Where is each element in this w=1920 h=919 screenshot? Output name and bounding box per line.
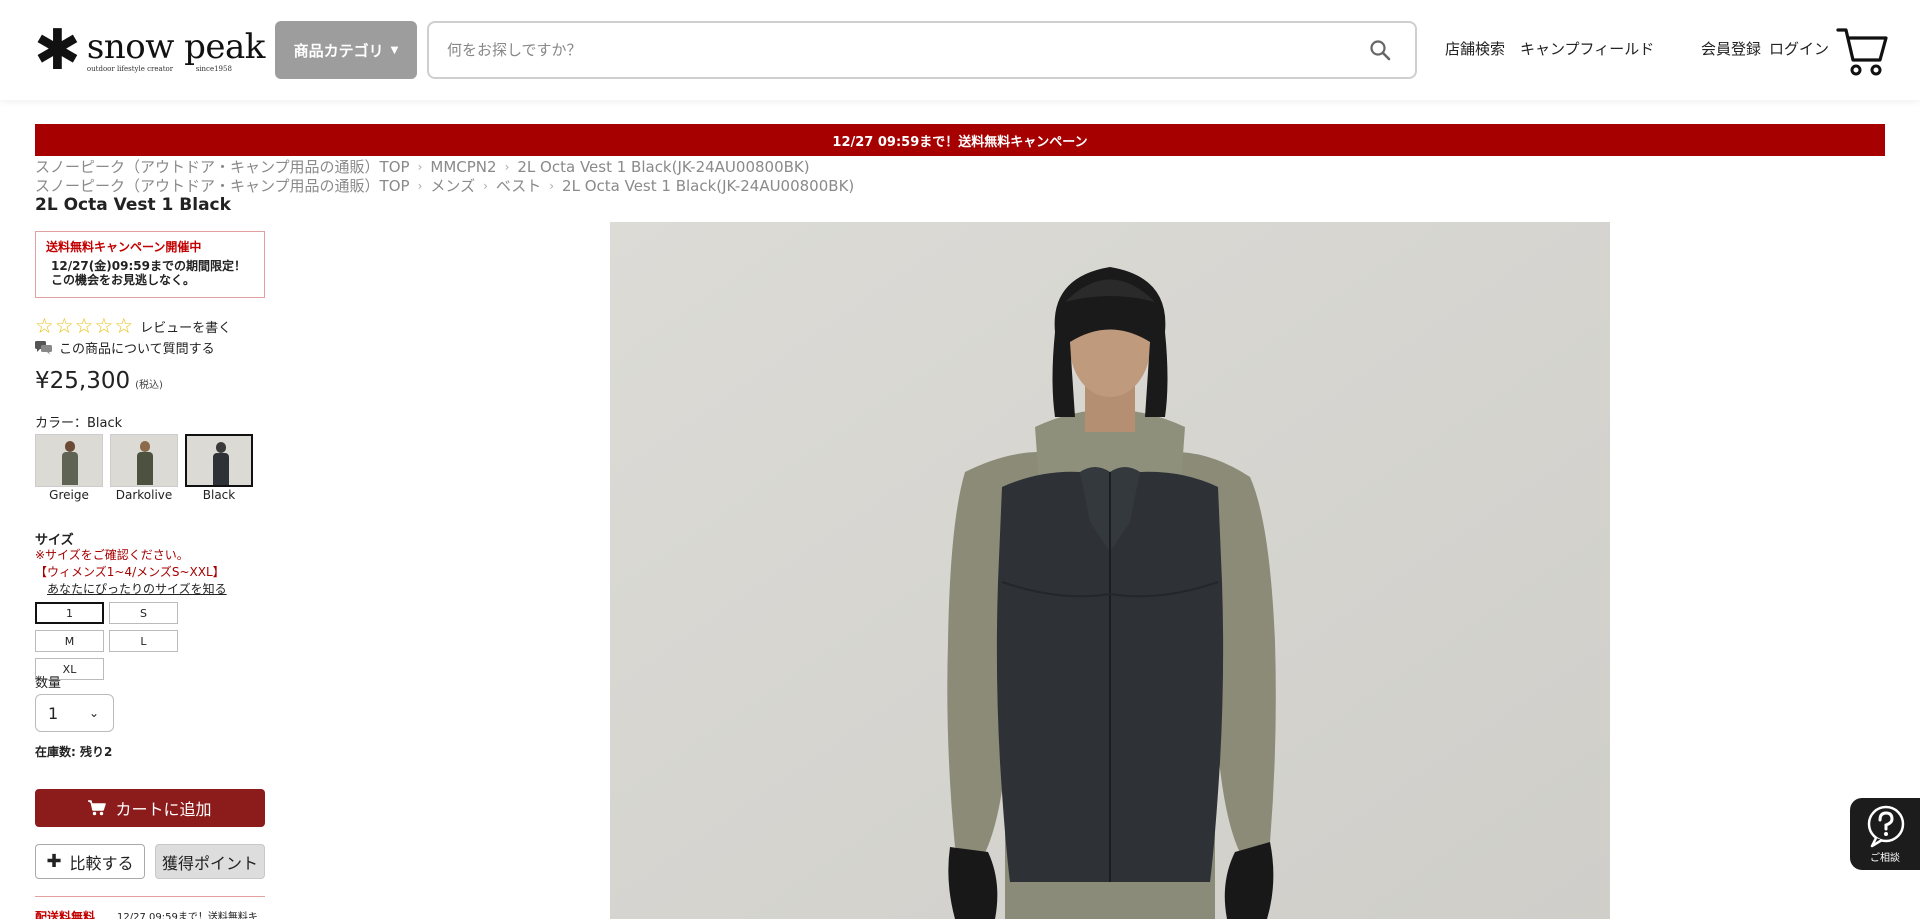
search-box	[427, 21, 1417, 79]
star-outline-icon: ☆	[35, 314, 54, 338]
breadcrumb-item[interactable]: メンズ	[430, 175, 475, 196]
store-search-link[interactable]: 店舗検索	[1445, 38, 1505, 59]
breadcrumb-item[interactable]: スノーピーク（アウトドア・キャンプ用品の通販）TOP	[35, 175, 410, 196]
rating-stars[interactable]: ☆ ☆ ☆ ☆ ☆ レビューを書く	[35, 316, 231, 337]
consultation-chat-button[interactable]: ご相談	[1850, 798, 1920, 870]
chevron-down-icon: ⌄	[88, 706, 99, 720]
star-outline-icon: ☆	[94, 314, 114, 338]
asterisk-logo-icon: ✱	[34, 18, 81, 83]
price-value: ¥25,300	[35, 368, 131, 394]
points-button[interactable]: 獲得ポイント	[155, 844, 265, 879]
plus-icon: ✚	[46, 851, 62, 872]
breadcrumb-item[interactable]: スノーピーク（アウトドア・キャンプ用品の通販）TOP	[35, 156, 410, 177]
product-title: 2L Octa Vest 1 Black	[35, 195, 231, 215]
add-to-cart-label: カートに追加	[115, 800, 212, 819]
swatch-head	[65, 441, 75, 452]
site-header: ✱ snow peak outdoor lifestyle creator si…	[0, 0, 1920, 100]
quantity-select[interactable]: 1 ⌄	[35, 694, 114, 732]
star-outline-icon: ☆	[74, 314, 94, 338]
chevron-right-icon: ›	[549, 178, 555, 193]
color-label: カラー：Black	[35, 416, 123, 431]
search-input[interactable]	[429, 23, 1329, 77]
swatch-name: Darkolive	[115, 488, 173, 502]
stock-count: 在庫数: 残り2	[35, 745, 113, 759]
product-question-link[interactable]: この商品について質問する	[35, 338, 215, 357]
snow-peak-logo[interactable]: ✱ snow peak outdoor lifestyle creator si…	[34, 18, 265, 83]
size-range-note: 【ウィメンズ1~4/メンズS~XXL】	[35, 565, 225, 579]
promo-box: 送料無料キャンペーン開催中 12/27(金)09:59までの期間限定！ この機会…	[35, 231, 265, 298]
chevron-right-icon: ›	[504, 159, 510, 174]
size-option-1[interactable]: 1	[35, 602, 104, 624]
size-guide-link[interactable]: あなたにぴったりのサイズを知る	[47, 580, 227, 597]
breadcrumb-item: 2L Octa Vest 1 Black(JK-24AU00800BK)	[517, 157, 810, 176]
divider	[35, 896, 265, 897]
color-swatches: Greige Darkolive Black	[35, 434, 260, 502]
promo-line: この機会をお見逃しなく。	[51, 273, 196, 287]
promo-title: 送料無料キャンペーン開催中	[46, 240, 202, 254]
question-chat-icon	[1867, 805, 1905, 848]
size-option-l[interactable]: L	[109, 630, 178, 652]
quantity-value: 1	[48, 703, 59, 723]
compare-button[interactable]: ✚ 比較する	[35, 844, 145, 879]
question-label: この商品について質問する	[59, 342, 215, 357]
color-swatch-black[interactable]: Black	[185, 434, 253, 502]
chevron-right-icon: ›	[483, 178, 488, 193]
category-label: 商品カテゴリ	[293, 41, 384, 60]
campaign-banner[interactable]: 12/27 09:59まで！送料無料キャンペーン	[35, 124, 1885, 156]
chevron-right-icon: ›	[417, 178, 423, 193]
swatch-name: Greige	[49, 488, 89, 502]
chat-bubbles-icon	[35, 340, 52, 354]
size-note: ※サイズをご確認ください。	[35, 548, 189, 562]
swatch-thumbnail	[35, 434, 103, 487]
search-icon[interactable]	[1369, 39, 1391, 61]
product-price: ¥25,300 (税込)	[35, 368, 163, 394]
cart-icon[interactable]	[1836, 24, 1888, 78]
swatch-thumbnail	[185, 434, 253, 487]
color-swatch-darkolive[interactable]: Darkolive	[110, 434, 178, 502]
logo-tagline: outdoor lifestyle creator	[86, 64, 174, 73]
shipping-campaign-note: 12/27 09:59まで！送料無料キ	[117, 912, 258, 919]
size-option-m[interactable]: M	[35, 630, 104, 652]
category-menu-button[interactable]: 商品カテゴリ ▼	[275, 21, 417, 79]
campfield-link[interactable]: キャンプフィールド	[1520, 38, 1654, 59]
swatch-head	[216, 442, 226, 453]
shipping-free-label: 配送料無料	[35, 910, 96, 919]
swatch-body	[62, 452, 78, 485]
chat-label: ご相談	[1870, 853, 1900, 864]
login-link[interactable]: ログイン	[1769, 38, 1829, 59]
cart-icon	[88, 800, 107, 816]
add-to-cart-button[interactable]: カートに追加	[35, 789, 265, 827]
star-outline-icon: ☆	[54, 314, 74, 338]
promo-line: 12/27(金)09:59までの期間限定！	[51, 259, 246, 273]
swatch-name: Black	[202, 488, 236, 502]
caret-down-icon: ▼	[390, 44, 399, 56]
breadcrumb-item: 2L Octa Vest 1 Black(JK-24AU00800BK)	[562, 176, 855, 195]
size-options: 1 S M L XL	[35, 602, 255, 686]
breadcrumb: スノーピーク（アウトドア・キャンプ用品の通販）TOP › メンズ › ベスト ›…	[35, 175, 854, 196]
logo-since: since1958	[195, 64, 232, 73]
size-option-s[interactable]: S	[109, 602, 178, 624]
breadcrumb: スノーピーク（アウトドア・キャンプ用品の通販）TOP › MMCPN2 › 2L…	[35, 156, 810, 177]
write-review-link[interactable]: レビューを書く	[140, 317, 231, 336]
star-outline-icon: ☆	[114, 314, 134, 338]
model-wearing-vest-image	[610, 222, 1610, 919]
color-swatch-greige[interactable]: Greige	[35, 434, 103, 502]
breadcrumb-item[interactable]: MMCPN2	[430, 158, 496, 176]
compare-label: 比較する	[69, 853, 134, 873]
swatch-body	[137, 452, 153, 485]
breadcrumb-item[interactable]: ベスト	[496, 175, 541, 196]
register-link[interactable]: 会員登録	[1701, 38, 1761, 59]
logo-name: snow peak	[86, 26, 265, 67]
swatch-thumbnail	[110, 434, 178, 487]
quantity-label: 数量	[35, 676, 62, 691]
tax-label: (税込)	[135, 380, 163, 391]
swatch-head	[140, 441, 150, 452]
swatch-body	[213, 453, 229, 485]
chevron-right-icon: ›	[417, 159, 423, 174]
product-main-image[interactable]	[610, 222, 1610, 919]
